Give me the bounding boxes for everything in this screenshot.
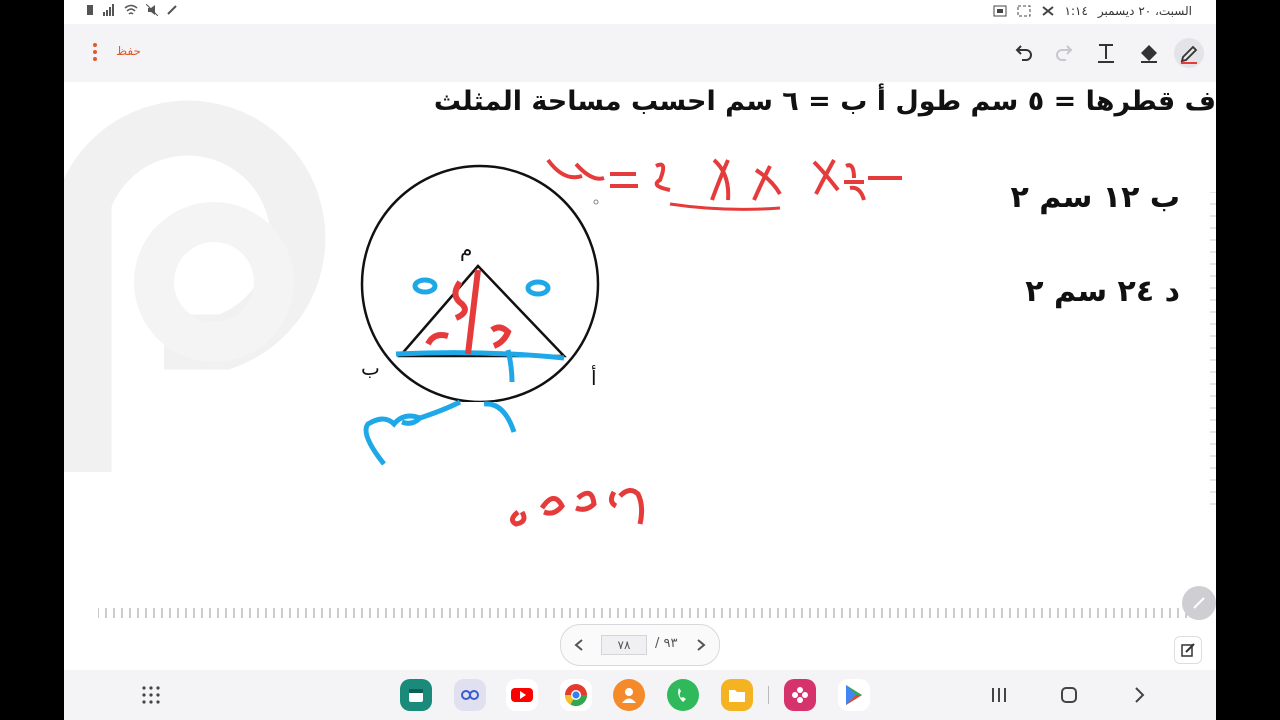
status-datetime: السبت، ٢٠ ديسمبر ١:١٤: [993, 4, 1192, 18]
current-page-field[interactable]: ٧٨: [601, 635, 647, 655]
ink-base-line: [395, 350, 565, 361]
ink-strokes: [363, 158, 902, 527]
back-button[interactable]: [1126, 682, 1152, 708]
phone-icon[interactable]: [667, 679, 699, 711]
wifi-icon: [124, 4, 138, 15]
save-button[interactable]: حفظ: [116, 44, 141, 58]
pen-cursor: [593, 199, 599, 205]
files-icon[interactable]: [721, 679, 753, 711]
ink-height-line: [465, 269, 481, 355]
ink-formula: [546, 158, 902, 201]
status-bar: السبت، ٢٠ ديسمبر ١:١٤: [64, 0, 1216, 24]
tablet-screen: السبت، ٢٠ ديسمبر ١:١٤ حفظ ف قطرها = ٥ سم…: [64, 0, 1216, 720]
gallery-icon[interactable]: [784, 679, 816, 711]
ink-triple: [510, 488, 645, 527]
prev-page-icon[interactable]: [573, 638, 585, 652]
calendar-icon[interactable]: السبت، ٢٠ ديسمبر: [400, 679, 432, 711]
system-dock: السبت، ٢٠ ديسمبر: [64, 670, 1216, 720]
undo-icon: [1015, 45, 1032, 61]
pen-icon: [1180, 45, 1198, 64]
signal-icon: [103, 4, 114, 16]
redo-button[interactable]: [1050, 38, 1080, 68]
edit-page-button[interactable]: [1174, 636, 1202, 664]
cast-icon: [993, 5, 1007, 17]
text-icon: [1098, 44, 1114, 63]
home-button[interactable]: [1056, 682, 1082, 708]
eraser-tool-button[interactable]: [1133, 38, 1163, 68]
total-pages: / ٩٣: [655, 636, 678, 651]
recents-button[interactable]: [986, 682, 1012, 708]
apps-grid-icon[interactable]: [138, 682, 164, 708]
chat-icon[interactable]: [454, 679, 486, 711]
eraser-icon: [1141, 45, 1157, 63]
edit-status-icon: [167, 5, 177, 15]
mute-icon: [146, 4, 158, 16]
dock-divider: [768, 686, 769, 704]
ink-base-label: [363, 399, 517, 466]
floating-pen-button[interactable]: [1182, 586, 1216, 620]
text-tool-button[interactable]: [1091, 38, 1121, 68]
more-options-icon[interactable]: [92, 42, 98, 62]
contacts-icon[interactable]: [613, 679, 645, 711]
undo-button[interactable]: [1008, 38, 1038, 68]
sync-icon: [1041, 6, 1054, 16]
ink-radius-right: [525, 279, 551, 297]
pen-tool-button[interactable]: [1174, 38, 1204, 68]
ink-tick: [505, 349, 515, 383]
status-time: ١:١٤: [1064, 4, 1088, 18]
page-scrubber[interactable]: [98, 606, 1188, 620]
screenshot-icon: [1017, 5, 1031, 17]
battery-icon: [87, 5, 93, 15]
edit-page-icon: [1181, 643, 1195, 657]
page-scrollbar[interactable]: [1210, 192, 1216, 532]
chrome-icon[interactable]: [560, 679, 592, 711]
note-page[interactable]: ف قطرها = ٥ سم طول أ ب = ٦ سم احسب مساحة…: [64, 82, 1216, 670]
pen-float-icon: [1193, 597, 1205, 609]
play-store-icon[interactable]: [838, 679, 870, 711]
status-icons: [86, 4, 178, 16]
page-navigator: ٧٨ / ٩٣: [560, 624, 720, 666]
ink-formula-underline: [669, 202, 781, 211]
redo-icon: [1056, 45, 1073, 61]
ink-radius-left: [412, 277, 438, 295]
notes-toolbar: حفظ: [64, 24, 1216, 82]
next-page-icon[interactable]: [695, 638, 707, 652]
ink-half-base-digit: [490, 324, 512, 349]
status-date: السبت، ٢٠ ديسمبر: [1097, 4, 1192, 18]
youtube-icon[interactable]: [506, 679, 538, 711]
